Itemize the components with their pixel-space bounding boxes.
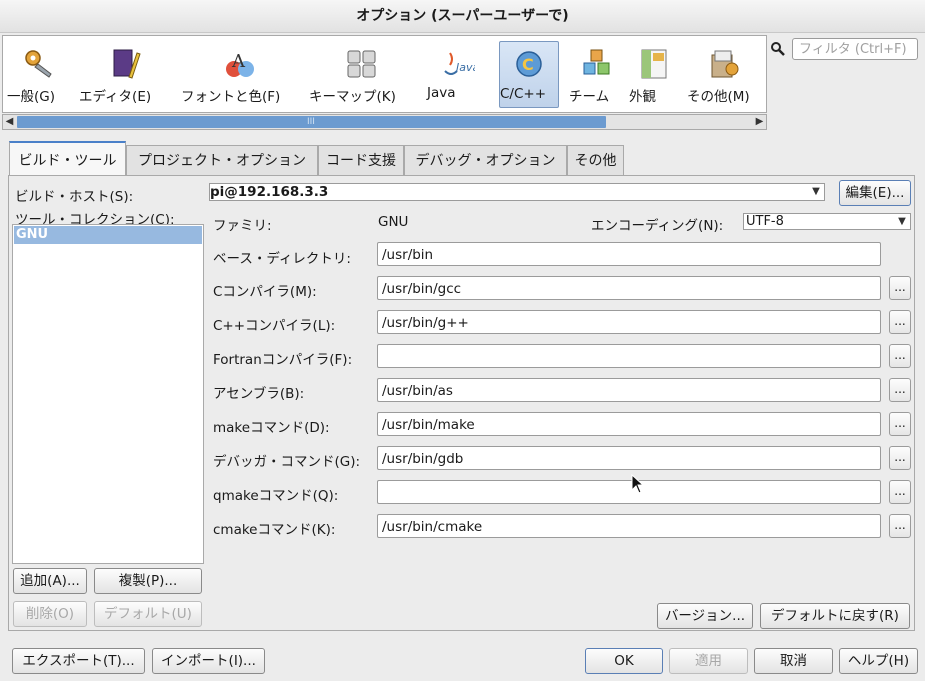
add-button[interactable]: 追加(A)... xyxy=(13,568,87,594)
editor-book-icon xyxy=(113,49,141,79)
tab-project-options[interactable]: プロジェクト・オプション xyxy=(126,145,318,175)
window-title: オプション (スーパーユーザーで) xyxy=(0,0,925,33)
category-toolbar: 一般(G) エディタ(E) A フォントと色(F) キーマップ(K) Java xyxy=(2,35,767,113)
debugger-command-browse-button[interactable]: ... xyxy=(889,446,911,470)
category-cpp[interactable]: C C/C++ xyxy=(499,41,559,108)
assembler-label: アセンブラ(B): xyxy=(213,386,305,402)
search-icon xyxy=(771,42,785,56)
java-icon: Java xyxy=(444,52,475,75)
tool-collection-list[interactable]: GNU xyxy=(12,224,204,564)
encoding-select[interactable]: UTF-8 ▼ xyxy=(743,213,911,230)
category-misc[interactable]: その他(M) xyxy=(687,41,761,106)
ok-button[interactable]: OK xyxy=(585,648,663,674)
cmake-command-browse-button[interactable]: ... xyxy=(889,514,911,538)
fortran-compiler-label: Fortranコンパイラ(F): xyxy=(213,352,353,368)
default-button[interactable]: デフォルト(U) xyxy=(94,601,202,627)
remove-button[interactable]: 削除(O) xyxy=(13,601,87,627)
tab-code-assistance[interactable]: コード支援 xyxy=(318,145,404,175)
cpp-compiler-label: C++コンパイラ(L): xyxy=(213,318,336,334)
gear-wrench-icon xyxy=(25,50,52,78)
qmake-command-label: qmakeコマンド(Q): xyxy=(213,488,339,504)
family-value: GNU xyxy=(378,214,409,230)
team-blocks-icon xyxy=(583,49,610,75)
category-keymap[interactable]: キーマップ(K) xyxy=(309,41,415,106)
encoding-value: UTF-8 xyxy=(746,214,784,229)
cpp-icon: C xyxy=(516,51,542,77)
import-button[interactable]: インポート(I)... xyxy=(152,648,265,674)
keyboard-icon xyxy=(347,50,376,78)
tab-debug-options[interactable]: デバッグ・オプション xyxy=(404,145,567,175)
help-button[interactable]: ヘルプ(H) xyxy=(839,648,918,674)
category-general[interactable]: 一般(G) xyxy=(7,41,69,106)
category-scrollbar[interactable]: ◀ III ▶ xyxy=(2,114,767,130)
fonts-colors-icon: A xyxy=(226,51,254,77)
debugger-command-label: デバッガ・コマンド(G): xyxy=(213,454,361,470)
build-host-label: ビルド・ホスト(S): xyxy=(15,189,134,205)
build-host-value: pi@192.168.3.3 xyxy=(210,184,329,200)
base-dir-label: ベース・ディレクトリ: xyxy=(213,251,351,267)
make-command-browse-button[interactable]: ... xyxy=(889,412,911,436)
base-dir-field[interactable]: /usr/bin xyxy=(377,242,881,266)
chevron-down-icon[interactable]: ▼ xyxy=(808,184,824,200)
scroll-left-icon[interactable]: ◀ xyxy=(3,115,16,129)
scrollbar-thumb[interactable]: III xyxy=(17,116,606,128)
category-appearance[interactable]: 外観 xyxy=(629,41,679,106)
category-editor[interactable]: エディタ(E) xyxy=(79,41,169,106)
debugger-command-field[interactable]: /usr/bin/gdb xyxy=(377,446,881,470)
fortran-compiler-field[interactable] xyxy=(377,344,881,368)
scroll-right-icon[interactable]: ▶ xyxy=(753,115,766,129)
category-java[interactable]: Java Java xyxy=(427,41,489,106)
build-host-combobox[interactable]: pi@192.168.3.3 ▼ xyxy=(209,183,825,201)
mouse-cursor-icon xyxy=(631,474,645,494)
tab-other[interactable]: その他 xyxy=(567,145,624,175)
cmake-command-label: cmakeコマンド(K): xyxy=(213,522,336,538)
chevron-down-icon[interactable]: ▼ xyxy=(894,214,910,229)
svg-text:A: A xyxy=(231,51,246,72)
restore-defaults-button[interactable]: デフォルトに戻す(R) xyxy=(760,603,910,629)
fortran-compiler-browse-button[interactable]: ... xyxy=(889,344,911,368)
cmake-command-field[interactable]: /usr/bin/cmake xyxy=(377,514,881,538)
cpp-compiler-browse-button[interactable]: ... xyxy=(889,310,911,334)
export-button[interactable]: エクスポート(T)... xyxy=(12,648,145,674)
make-command-field[interactable]: /usr/bin/make xyxy=(377,412,881,436)
apply-button[interactable]: 適用 xyxy=(669,648,748,674)
tab-build-tools[interactable]: ビルド・ツール xyxy=(9,141,126,176)
cpp-compiler-field[interactable]: /usr/bin/g++ xyxy=(377,310,881,334)
edit-host-button[interactable]: 編集(E)... xyxy=(839,180,911,206)
svg-text:Java: Java xyxy=(454,61,475,74)
c-compiler-browse-button[interactable]: ... xyxy=(889,276,911,300)
qmake-command-browse-button[interactable]: ... xyxy=(889,480,911,504)
assembler-field[interactable]: /usr/bin/as xyxy=(377,378,881,402)
c-compiler-field[interactable]: /usr/bin/gcc xyxy=(377,276,881,300)
family-label: ファミリ: xyxy=(213,218,272,234)
svg-text:C: C xyxy=(522,55,534,74)
qmake-command-field[interactable] xyxy=(377,480,881,504)
encoding-label: エンコーディング(N): xyxy=(591,218,724,234)
versions-button[interactable]: バージョン... xyxy=(657,603,753,629)
appearance-icon xyxy=(641,49,667,79)
make-command-label: makeコマンド(D): xyxy=(213,420,330,436)
list-item[interactable]: GNU xyxy=(14,226,202,244)
misc-icon xyxy=(711,50,739,78)
filter-input[interactable]: フィルタ (Ctrl+F) xyxy=(792,38,918,60)
category-fonts-colors[interactable]: A フォントと色(F) xyxy=(181,41,299,106)
c-compiler-label: Cコンパイラ(M): xyxy=(213,284,317,300)
assembler-browse-button[interactable]: ... xyxy=(889,378,911,402)
category-team[interactable]: チーム xyxy=(569,41,625,106)
cancel-button[interactable]: 取消 xyxy=(754,648,833,674)
duplicate-button[interactable]: 複製(P)... xyxy=(94,568,202,594)
